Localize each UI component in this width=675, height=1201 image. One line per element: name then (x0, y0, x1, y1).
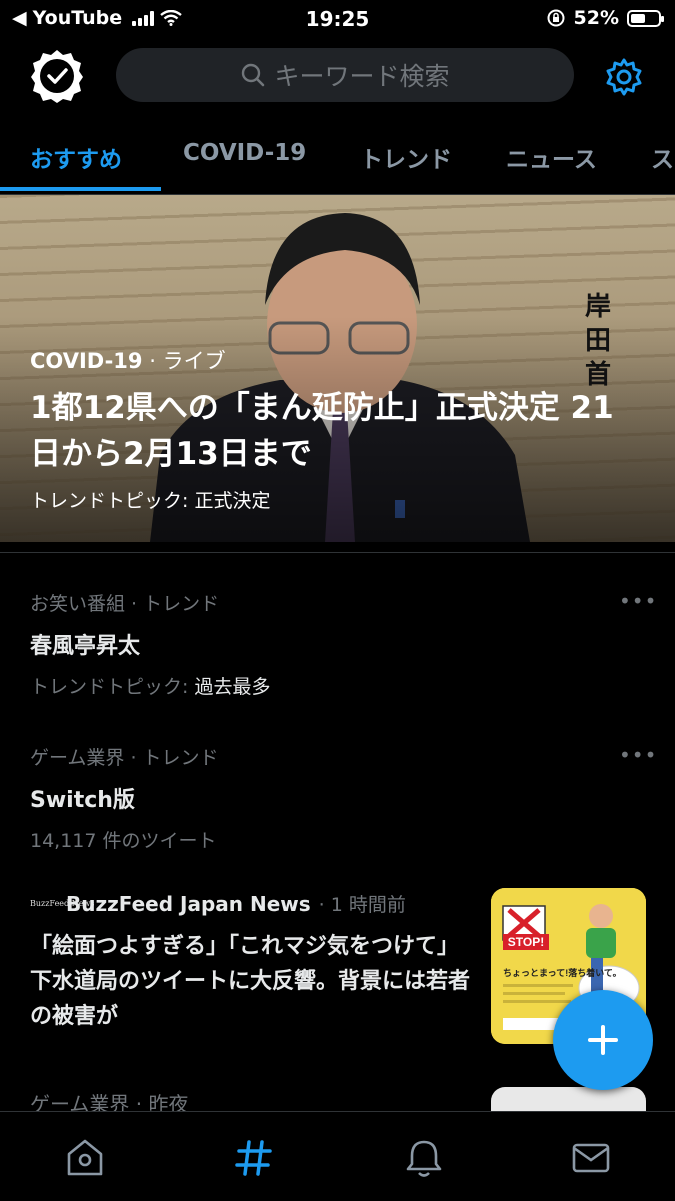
trend-tweet-count: 14,117 件のツイート (30, 830, 217, 852)
trend-meta: ゲーム業界 · トレンド (30, 747, 219, 769)
thumb-stop-text: STOP! (508, 935, 544, 949)
gear-icon[interactable] (603, 56, 645, 98)
news-time: · 1 時間前 (318, 894, 406, 916)
trend-name: 春風亭昇太 (30, 634, 141, 659)
orientation-lock-icon (547, 9, 565, 27)
status-bar: ◀ YouTube 19:25 52% (0, 0, 675, 38)
trend-subline: 14,117 件のツイート (30, 826, 645, 853)
messages-envelope-icon[interactable] (569, 1136, 613, 1180)
tab-trends[interactable]: トレンド (360, 140, 452, 174)
back-to-app[interactable]: ◀ YouTube (12, 7, 182, 29)
tab-sports-partial[interactable]: ス (651, 140, 674, 174)
compose-tweet-button[interactable] (553, 990, 653, 1090)
battery-percent: 52% (573, 7, 619, 29)
notifications-bell-icon[interactable] (402, 1136, 446, 1180)
tab-covid-19[interactable]: COVID-19 (183, 140, 306, 166)
hero-subtitle: トレンドトピック: 正式決定 (30, 490, 271, 512)
back-app-label: YouTube (32, 7, 123, 29)
hero-trend-card[interactable]: 岸田首 COVID-19 · ライブ 1都12県への「まん延防止」正式決定 21… (0, 195, 675, 542)
active-tab-indicator (0, 187, 161, 191)
hero-meta: COVID-19 · ライブ (30, 345, 226, 375)
search-icon (242, 63, 265, 87)
battery-icon (627, 9, 664, 27)
trend-sub-label: トレンドトピック: (30, 676, 189, 698)
hero-tag: · ライブ (149, 349, 226, 373)
hero-caption-vertical: 岸田首 (584, 292, 611, 390)
hero-category: COVID-19 (30, 349, 143, 373)
partial-thumbnail[interactable] (491, 1087, 646, 1112)
back-arrow-icon: ◀ (12, 7, 27, 29)
verified-badge-icon[interactable] (29, 48, 85, 104)
more-options-icon[interactable]: ••• (619, 589, 656, 613)
thumb-caption: ちょっとまって!落ち着いて。 (503, 967, 622, 978)
trend-subline: トレンドトピック: 過去最多 (30, 672, 645, 699)
wifi-icon (160, 10, 182, 26)
trend-sub-value: 過去最多 (194, 676, 271, 698)
signal-icon (132, 10, 155, 26)
news-headline: 「絵面つよすぎる」「これマジ気をつけて」下水道局のツイートに大反響。背景には若者… (30, 934, 471, 1029)
tab-news[interactable]: ニュース (506, 140, 597, 174)
trend-item[interactable]: お笑い番組 · トレンド 春風亭昇太 トレンドトピック: 過去最多 ••• (30, 589, 656, 699)
news-item[interactable]: BuzzFeed News BuzzFeed Japan News · 1 時間… (30, 890, 470, 1034)
explore-tabs: おすすめ COVID-19 トレンド ニュース ス (0, 132, 675, 194)
trend-meta: お笑い番組 · トレンド (30, 593, 220, 615)
hero-title: 1都12県への「まん延防止」正式決定 21日から2月13日まで (30, 390, 614, 472)
search-placeholder: キーワード検索 (274, 62, 450, 91)
more-options-icon[interactable]: ••• (619, 743, 656, 767)
trend-item[interactable]: ゲーム業界 · トレンド Switch版 14,117 件のツイート ••• (30, 743, 656, 853)
search-input[interactable]: キーワード検索 (116, 48, 574, 102)
bottom-nav (0, 1111, 675, 1201)
buzzfeed-logo: BuzzFeed News (30, 898, 95, 908)
divider (0, 552, 675, 553)
top-bar: キーワード検索 (0, 42, 675, 108)
explore-hashtag-icon[interactable] (232, 1136, 276, 1180)
trend-name: Switch版 (30, 788, 135, 813)
home-icon[interactable] (63, 1136, 107, 1180)
news-source-name: BuzzFeed Japan News (66, 891, 311, 916)
news-source: BuzzFeed News BuzzFeed Japan News · 1 時間… (30, 890, 470, 917)
tab-recommended[interactable]: おすすめ (30, 140, 122, 174)
